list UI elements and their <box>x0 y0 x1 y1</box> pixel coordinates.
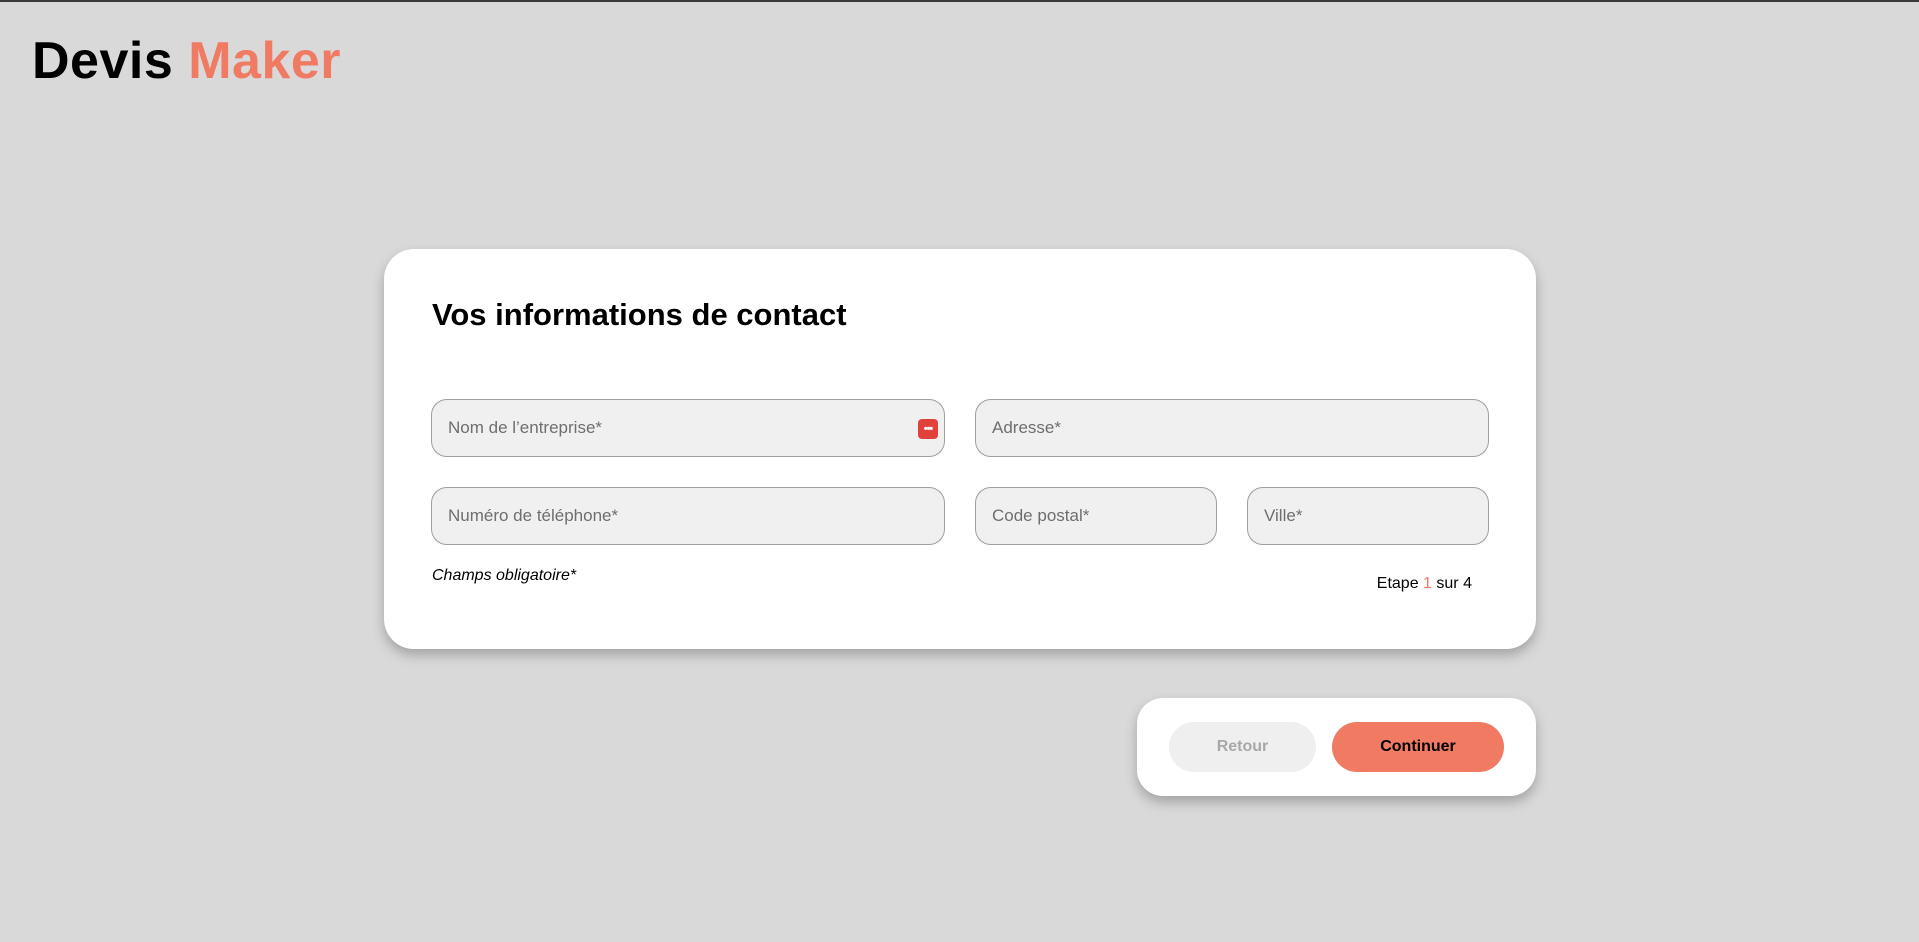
logo-part-devis: Devis <box>32 32 174 90</box>
address-field <box>975 399 1489 457</box>
phone-input[interactable] <box>432 488 944 544</box>
postal-code-input[interactable] <box>976 488 1216 544</box>
form-title: Vos informations de contact <box>432 297 847 332</box>
step-current: 1 <box>1423 575 1432 592</box>
app-logo: Devis Maker <box>32 32 341 92</box>
password-manager-icon[interactable]: ••• <box>918 419 938 439</box>
city-field <box>1247 487 1489 545</box>
navigation-actions: Retour Continuer <box>1137 698 1536 796</box>
company-name-input[interactable] <box>432 400 944 456</box>
step-middle: sur <box>1436 575 1459 592</box>
postal-code-field <box>975 487 1217 545</box>
company-name-field: ••• <box>431 399 945 457</box>
contact-form-card: Vos informations de contact ••• Champs o… <box>384 249 1536 649</box>
required-fields-note: Champs obligatoire* <box>432 567 577 584</box>
step-indicator: Etape 1 sur 4 <box>1377 575 1472 593</box>
logo-part-maker: Maker <box>188 32 342 90</box>
step-prefix: Etape <box>1376 575 1419 592</box>
city-input[interactable] <box>1248 488 1488 544</box>
step-total: 4 <box>1463 575 1472 592</box>
continue-button[interactable]: Continuer <box>1332 722 1504 772</box>
phone-field <box>431 487 945 545</box>
back-button[interactable]: Retour <box>1169 722 1316 772</box>
address-input[interactable] <box>976 400 1488 456</box>
